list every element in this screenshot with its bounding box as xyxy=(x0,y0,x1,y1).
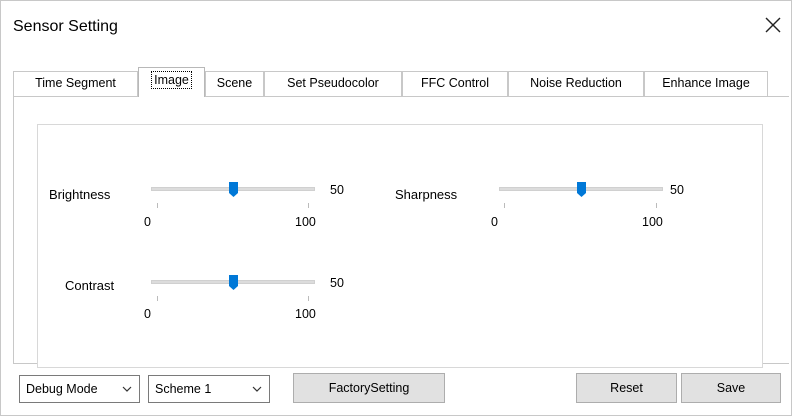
mode-select-value: Debug Mode xyxy=(26,382,98,396)
brightness-label: Brightness xyxy=(49,187,111,202)
tab-noise-reduction[interactable]: Noise Reduction xyxy=(508,71,644,96)
contrast-max-tick xyxy=(308,296,309,301)
sharpness-min-label: 0 xyxy=(491,215,498,229)
chevron-down-icon xyxy=(121,376,133,402)
brightness-value: 50 xyxy=(330,183,344,197)
image-settings-group xyxy=(37,124,763,368)
factory-setting-button[interactable]: FactorySetting xyxy=(293,373,445,403)
brightness-min-label: 0 xyxy=(144,215,151,229)
sharpness-min-tick xyxy=(504,203,505,208)
contrast-min-label: 0 xyxy=(144,307,151,321)
title-bar: Sensor Setting xyxy=(1,1,791,53)
tab-image[interactable]: Image xyxy=(138,67,205,97)
sharpness-slider-thumb[interactable] xyxy=(576,182,586,197)
mode-select[interactable]: Debug Mode xyxy=(19,375,140,403)
brightness-max-tick xyxy=(308,203,309,208)
scheme-select[interactable]: Scheme 1 xyxy=(148,375,270,403)
tab-time-segment[interactable]: Time Segment xyxy=(13,71,138,96)
tab-set-pseudocolor[interactable]: Set Pseudocolor xyxy=(264,71,402,96)
contrast-max-label: 100 xyxy=(295,307,316,321)
sharpness-value: 50 xyxy=(670,183,684,197)
contrast-label: Contrast xyxy=(65,278,115,293)
scheme-select-value: Scheme 1 xyxy=(155,382,212,396)
sharpness-max-label: 100 xyxy=(642,215,663,229)
chevron-down-icon xyxy=(251,376,263,402)
contrast-slider-thumb[interactable] xyxy=(228,275,238,290)
sharpness-label: Sharpness xyxy=(395,187,458,202)
tab-ffc-control[interactable]: FFC Control xyxy=(402,71,508,96)
sharpness-max-tick xyxy=(656,203,657,208)
tab-enhance-image[interactable]: Enhance Image xyxy=(644,71,768,96)
contrast-value: 50 xyxy=(330,276,344,290)
close-icon[interactable] xyxy=(761,13,785,37)
contrast-min-tick xyxy=(157,296,158,301)
brightness-max-label: 100 xyxy=(295,215,316,229)
tab-scene[interactable]: Scene xyxy=(205,71,264,96)
brightness-slider-thumb[interactable] xyxy=(228,182,238,197)
save-button[interactable]: Save xyxy=(681,373,781,403)
sensor-setting-dialog: Sensor Setting Time Segment Image Scene … xyxy=(0,0,792,416)
brightness-min-tick xyxy=(157,203,158,208)
dialog-title: Sensor Setting xyxy=(13,18,118,35)
reset-button[interactable]: Reset xyxy=(576,373,677,403)
